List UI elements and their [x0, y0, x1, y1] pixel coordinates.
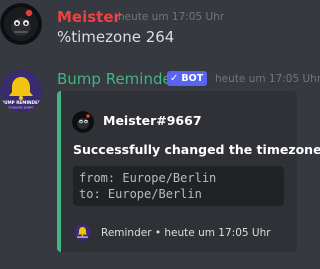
embed-title: Successfully changed the timezone: — [73, 142, 320, 157]
bot-avatar-line-2: DISBOARD BUMPS — [8, 106, 34, 110]
embed-footer: Reminder • heute um 17:05 Uhr — [101, 227, 271, 239]
bot-avatar-line-1: BUMP REMINDER — [1, 100, 42, 105]
footer-bell-icon — [74, 224, 91, 241]
message-timestamp: heute um 17:05 Uhr — [215, 73, 320, 85]
bot-tag-label: BOT — [181, 73, 204, 84]
embed: Meister#9667 Successfully changed the ti… — [57, 91, 320, 252]
bot-tag: ✓ BOT — [167, 71, 208, 86]
bell-avatar-icon[interactable]: BUMP REMINDER DISBOARD BUMPS — [0, 70, 42, 112]
username-meister[interactable]: Meister — [57, 8, 121, 26]
embed-author-avatar-icon[interactable] — [72, 111, 94, 133]
code-line-from: from: Europe/Berlin — [79, 171, 217, 185]
embed-author-name[interactable]: Meister#9667 — [103, 113, 202, 129]
code-block: from: Europe/Berlin to: Europe/Berlin — [73, 166, 284, 206]
message-content: %timezone 264 — [57, 28, 175, 46]
username-bump-reminder[interactable]: Bump Reminder — [57, 70, 178, 88]
check-icon: ✓ — [170, 73, 179, 84]
code-line-to: to: Europe/Berlin — [79, 187, 202, 201]
meister-avatar-icon[interactable] — [0, 3, 42, 45]
message-meister: Meister heute um 17:05 Uhr %timezone 264 — [0, 0, 319, 60]
message-timestamp: heute um 17:05 Uhr — [118, 11, 225, 23]
